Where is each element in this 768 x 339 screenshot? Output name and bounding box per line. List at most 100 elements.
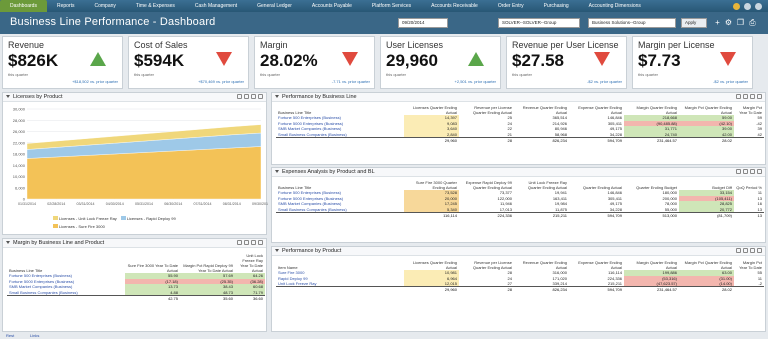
col-header: Revenue Quarter Ending Actual: [522, 105, 567, 115]
panel-title: Performance by Product: [282, 248, 342, 254]
nav-item[interactable]: Reports: [47, 0, 85, 12]
total-cell: 594,709: [569, 286, 624, 292]
filter-icon[interactable]: [237, 94, 242, 99]
perf-bl-panel: Performance by Business Line Business Li…: [271, 92, 766, 165]
gear-icon[interactable]: ⚙: [724, 18, 733, 27]
print-icon[interactable]: ⎙: [748, 18, 757, 27]
search-icon[interactable]: [251, 240, 256, 245]
entity-filter[interactable]: SOLVER--SOLVER--Group: [498, 18, 580, 28]
nav-item[interactable]: Dashboards: [0, 0, 47, 12]
refresh-icon[interactable]: [244, 94, 249, 99]
kpi-label: User Licenses: [386, 40, 444, 50]
business-filter[interactable]: Business Solutions--Group: [588, 18, 676, 28]
top-nav: Dashboards Reports Company Time & Expenses C…: [0, 0, 768, 12]
x-tick-label: 08/31/2014: [223, 202, 241, 206]
expenses-table: Business Line Title Sure Fire 3000 Quarte…: [276, 180, 764, 218]
y-tick-label: 28,000: [13, 118, 26, 123]
search-icon[interactable]: [750, 169, 755, 174]
gear-icon[interactable]: [744, 2, 751, 10]
col-header: Sure Fire 3000 Year To Date Actual: [127, 263, 178, 273]
y-tick-label: 26,000: [13, 129, 26, 134]
nav-item[interactable]: Time & Expenses: [126, 0, 185, 12]
copy-icon[interactable]: ❐: [736, 18, 745, 27]
apply-button[interactable]: Apply: [681, 18, 707, 28]
kpi-label: Margin per License: [638, 40, 715, 50]
col-header: Expense Rapid Deploy 99 Quarter Ending A…: [465, 180, 512, 190]
filter-icon[interactable]: [736, 248, 741, 253]
footer: Rest Links: [0, 333, 768, 339]
col-header: Margin Pct Year To Date: [739, 105, 762, 115]
x-tick-label: 07/31/2014: [194, 202, 212, 206]
nav-item[interactable]: Accounts Receivable: [421, 0, 488, 12]
filter-icon[interactable]: [736, 94, 741, 99]
col-header: Quarter Ending Budget: [636, 185, 677, 190]
legend-item: Licenses - Unit Lock Freeze Ray: [53, 216, 117, 221]
filter-icon[interactable]: [237, 240, 242, 245]
total-cell: 28: [459, 136, 514, 143]
kpi-delta: -7.71 vs. prior quarter: [331, 79, 370, 84]
date-field[interactable]: 09/20/2014: [398, 18, 448, 28]
nav-item[interactable]: Accounts Payable: [302, 0, 362, 12]
refresh-icon[interactable]: [743, 169, 748, 174]
total-cell: 28.02: [679, 136, 734, 143]
nav-item[interactable]: Platform Services: [362, 0, 421, 12]
total-cell: 29,960: [404, 136, 459, 143]
refresh-icon[interactable]: [743, 248, 748, 253]
nav-item[interactable]: Company: [84, 0, 125, 12]
col-header: Quarter Ending Actual: [582, 185, 622, 190]
total-cell: 116,114: [404, 211, 459, 218]
nav-item[interactable]: Order Entry: [488, 0, 534, 12]
arrow-up-icon: [468, 52, 484, 66]
chart-legend: Licenses - Sure Fire 3000: [53, 224, 105, 229]
arrow-up-icon: [90, 52, 106, 66]
star-icon[interactable]: [733, 2, 740, 10]
nav-item[interactable]: Accounting Dimensions: [579, 0, 651, 12]
kpi-value: 29,960: [386, 51, 438, 70]
margin-table: Business Line Title Sure Fire 3000 Year T…: [7, 253, 265, 301]
kpi-card[interactable]: Cost of Sales $594K this quarter +$70,46…: [128, 36, 249, 89]
add-icon[interactable]: +: [713, 18, 722, 27]
kpi-card[interactable]: Revenue $826K this quarter +$18,502 vs. …: [2, 36, 123, 89]
col-header: QoQ Period %: [736, 185, 762, 190]
total-cell: 826,234: [514, 286, 569, 292]
kpi-sub: this quarter: [260, 72, 281, 77]
kpi-value: $7.73: [638, 51, 681, 70]
kpi-card[interactable]: Margin per License $7.73 this quarter -$…: [632, 36, 753, 89]
arrow-down-icon: [594, 52, 610, 66]
y-tick-label: 6,000: [15, 185, 26, 190]
kpi-card[interactable]: User Licenses 29,960 this quarter +2,501…: [380, 36, 501, 89]
kpi-card[interactable]: Margin 28.02% this quarter -7.71 vs. pri…: [254, 36, 375, 89]
search-icon[interactable]: [750, 94, 755, 99]
edit-icon[interactable]: [757, 248, 762, 253]
nav-item[interactable]: Purchasing: [534, 0, 579, 12]
edit-icon[interactable]: [757, 169, 762, 174]
perf-prod-table: Item Name Licenses Quarter Ending Actual R…: [276, 260, 764, 292]
nav-item[interactable]: General Ledger: [247, 0, 302, 12]
user-icon[interactable]: [755, 2, 762, 10]
legend-item: Licenses - Rapid Deploy 99: [120, 216, 176, 221]
kpi-value: $826K: [8, 51, 59, 70]
y-tick-label: 0: [23, 197, 26, 202]
kpi-sub: this quarter: [134, 72, 155, 77]
refresh-icon[interactable]: [743, 94, 748, 99]
filter-icon[interactable]: [736, 169, 741, 174]
refresh-icon[interactable]: [244, 240, 249, 245]
nav-icons: [733, 2, 768, 10]
total-cell: 231,464.57: [624, 136, 679, 143]
nav-item[interactable]: Cash Management: [185, 0, 247, 12]
footer-right[interactable]: Links: [30, 333, 39, 338]
search-icon[interactable]: [251, 94, 256, 99]
kpi-delta: +2,501 vs. prior quarter: [454, 79, 496, 84]
search-icon[interactable]: [750, 248, 755, 253]
total-cell: 42.75: [125, 294, 180, 301]
total-cell: (81,709): [679, 211, 734, 218]
col-header: Margin Quarter Ending Actual: [636, 105, 677, 115]
edit-icon[interactable]: [258, 94, 263, 99]
footer-left[interactable]: Rest: [6, 333, 14, 338]
edit-icon[interactable]: [757, 94, 762, 99]
col-header: Unit Lock Freeze Ray Year To Date Actual: [240, 253, 263, 273]
edit-icon[interactable]: [258, 240, 263, 245]
kpi-card[interactable]: Revenue per User License $27.58 this qua…: [506, 36, 627, 89]
col-header: Revenue per License Quarter Ending Actua…: [472, 105, 512, 115]
page-title: Business Line Performance - Dashboard: [10, 16, 216, 28]
